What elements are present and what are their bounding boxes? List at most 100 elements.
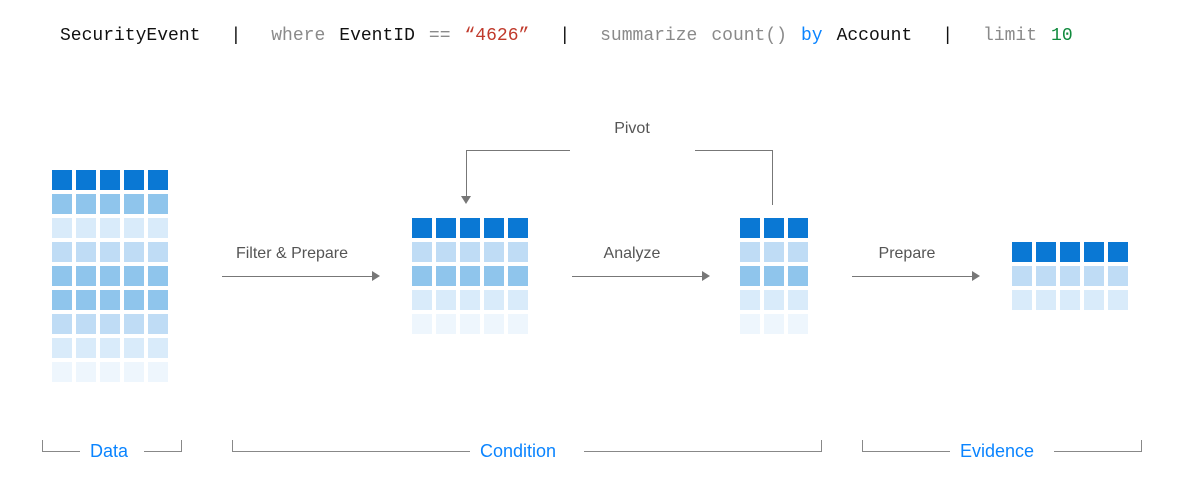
- grid-cell: [1036, 242, 1056, 262]
- data-grid: [52, 170, 168, 382]
- grid-cell: [100, 338, 120, 358]
- grid-cell: [76, 194, 96, 214]
- grid-cell: [124, 290, 144, 310]
- pipe-separator: |: [926, 26, 969, 46]
- grid-cell: [1108, 266, 1128, 286]
- grid-cell: [1060, 290, 1080, 310]
- grid-cell: [740, 266, 760, 286]
- grid-cell: [1108, 242, 1128, 262]
- grid-cell: [740, 314, 760, 334]
- grid-cell: [484, 242, 504, 262]
- grid-cell: [436, 290, 456, 310]
- pivot-line-h-left: [466, 150, 570, 151]
- arrow-line-3: [852, 276, 972, 277]
- grid-cell: [484, 314, 504, 334]
- condition-bracket: Condition: [232, 436, 822, 460]
- grid-cell: [52, 314, 72, 334]
- grid-cell: [148, 314, 168, 334]
- grid-cell: [124, 218, 144, 238]
- grid-cell: [124, 170, 144, 190]
- grid-cell: [52, 218, 72, 238]
- query-token: “4626”: [465, 26, 530, 46]
- pivot-line-up: [772, 150, 773, 205]
- pipe-separator: |: [543, 26, 586, 46]
- grid-cell: [764, 242, 784, 262]
- grid-cell: [788, 218, 808, 238]
- condition-section-label: Condition: [470, 441, 566, 462]
- query-token: where: [271, 26, 325, 46]
- grid-cell: [148, 338, 168, 358]
- grid-cell: [764, 290, 784, 310]
- grid-cell: [76, 242, 96, 262]
- grid-cell: [1084, 266, 1104, 286]
- grid-cell: [484, 290, 504, 310]
- grid-cell: [412, 314, 432, 334]
- grid-cell: [124, 362, 144, 382]
- grid-cell: [484, 218, 504, 238]
- grid-cell: [148, 242, 168, 262]
- grid-cell: [508, 290, 528, 310]
- grid-cell: [52, 194, 72, 214]
- grid-cell: [124, 194, 144, 214]
- analyze-label: Analyze: [572, 245, 692, 263]
- query-token: by: [801, 26, 823, 46]
- grid-cell: [1036, 290, 1056, 310]
- grid-cell: [508, 266, 528, 286]
- grid-cell: [764, 266, 784, 286]
- arrow-head-3: [972, 271, 980, 281]
- grid-cell: [52, 290, 72, 310]
- grid-cell: [1060, 266, 1080, 286]
- arrow-line-1: [222, 276, 372, 277]
- grid-cell: [1084, 242, 1104, 262]
- grid-cell: [124, 338, 144, 358]
- grid-cell: [764, 314, 784, 334]
- grid-cell: [1012, 242, 1032, 262]
- grid-cell: [740, 290, 760, 310]
- grid-cell: [148, 194, 168, 214]
- grid-cell: [460, 290, 480, 310]
- grid-cell: [52, 242, 72, 262]
- pipe-separator: |: [214, 26, 257, 46]
- grid-cell: [788, 290, 808, 310]
- grid-cell: [788, 314, 808, 334]
- grid-cell: [412, 266, 432, 286]
- evidence-section-label: Evidence: [950, 441, 1044, 462]
- grid-cell: [460, 314, 480, 334]
- pivot-line-down: [466, 150, 467, 196]
- grid-cell: [52, 266, 72, 286]
- grid-cell: [1036, 266, 1056, 286]
- grid-cell: [76, 362, 96, 382]
- grid-cell: [76, 170, 96, 190]
- query-token: Account: [837, 26, 913, 46]
- grid-cell: [52, 338, 72, 358]
- arrow-head-1: [372, 271, 380, 281]
- data-section-label: Data: [80, 441, 138, 462]
- grid-cell: [100, 314, 120, 334]
- grid-cell: [508, 242, 528, 262]
- arrow-head-2: [702, 271, 710, 281]
- evidence-bracket: Evidence: [862, 436, 1142, 460]
- query-token: 10: [1051, 26, 1073, 46]
- grid-cell: [148, 266, 168, 286]
- grid-cell: [508, 314, 528, 334]
- grid-cell: [76, 338, 96, 358]
- grid-cell: [148, 290, 168, 310]
- grid-cell: [460, 218, 480, 238]
- grid-cell: [76, 218, 96, 238]
- arrow-line-2: [572, 276, 702, 277]
- grid-cell: [100, 266, 120, 286]
- grid-cell: [412, 242, 432, 262]
- grid-cell: [148, 218, 168, 238]
- query-token: summarize: [600, 26, 697, 46]
- grid-cell: [52, 170, 72, 190]
- grid-cell: [1108, 290, 1128, 310]
- grid-cell: [436, 242, 456, 262]
- query-token: count(): [711, 26, 787, 46]
- grid-cell: [436, 314, 456, 334]
- data-bracket: Data: [42, 436, 182, 460]
- grid-cell: [740, 218, 760, 238]
- diagram-stage: Filter & Prepare Analyze Prepare Pivot D…: [52, 120, 1141, 460]
- grid-cell: [1012, 290, 1032, 310]
- grid-cell: [148, 362, 168, 382]
- grid-cell: [1060, 242, 1080, 262]
